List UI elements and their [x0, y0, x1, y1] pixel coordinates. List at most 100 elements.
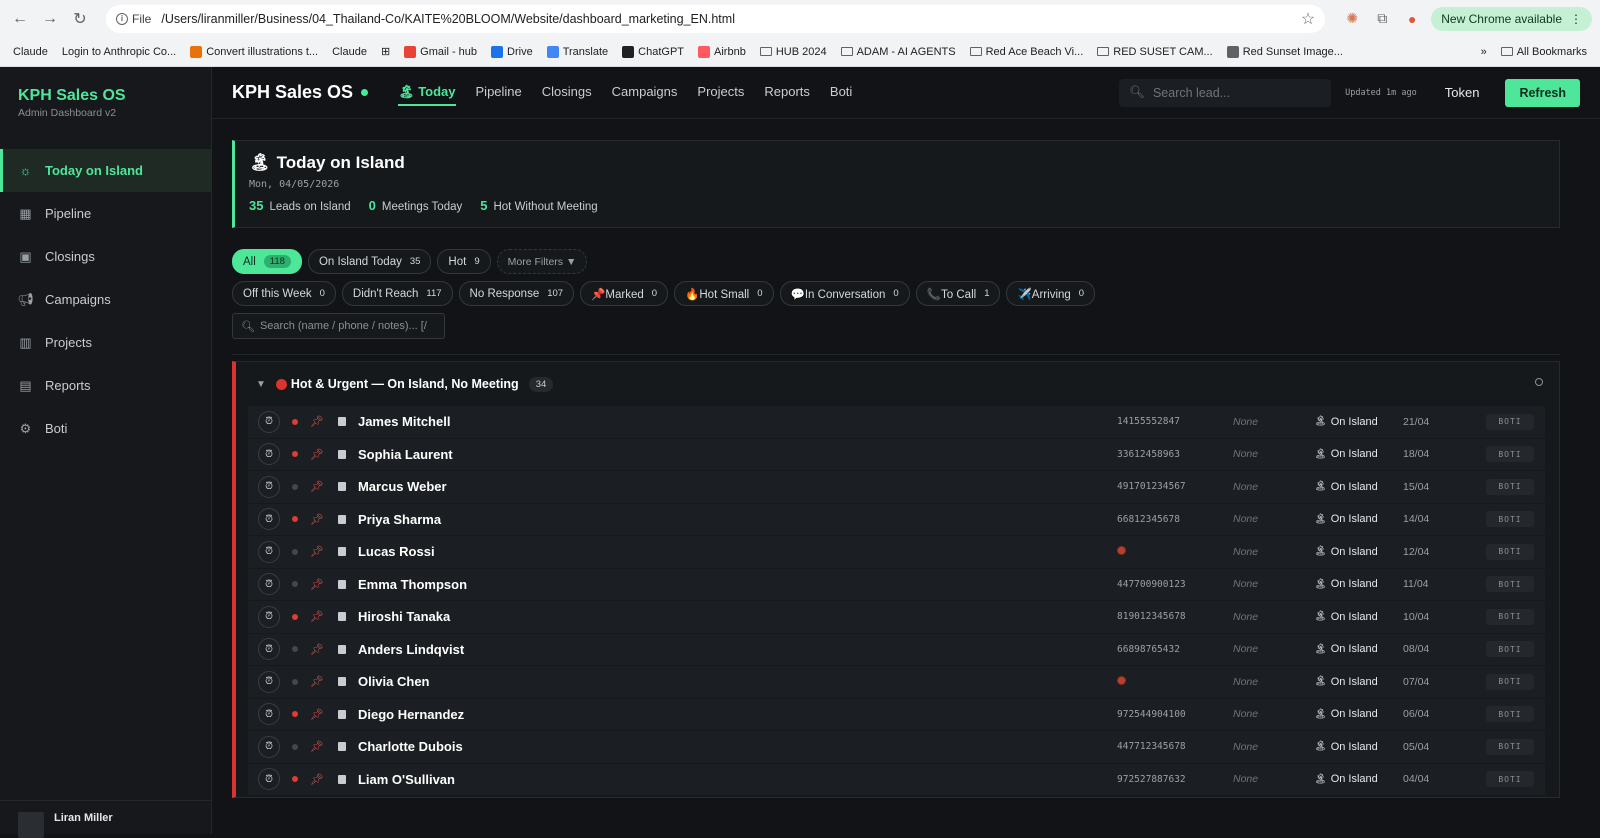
profile-avatar[interactable]: ●: [1401, 8, 1423, 30]
lead-name[interactable]: James Mitchell: [358, 414, 451, 429]
site-info-chip[interactable]: i File: [116, 12, 151, 26]
notes-icon[interactable]: [337, 449, 346, 459]
table-row[interactable]: ⏰︎ 📌︎ Liam O'Sullivan 972527887632 None 🏝︎ On …: [248, 763, 1545, 795]
notes-icon[interactable]: [337, 774, 346, 784]
table-row[interactable]: ⏰︎ 📌︎ Lucas Rossi None 🏝︎ On Island 12/04 BOTI: [248, 536, 1545, 568]
table-row[interactable]: ⏰︎ 📌︎ Sophia Laurent 33612458963 None 🏝︎ On Is…: [248, 438, 1545, 470]
refresh-button[interactable]: Refresh: [1505, 78, 1580, 107]
alarm-clock-icon[interactable]: ⏰︎: [258, 573, 280, 596]
table-row[interactable]: ⏰︎ 📌︎ James Mitchell 14155552847 None 🏝︎ On Is…: [248, 406, 1545, 438]
bookmark-item[interactable]: ADAM - AI AGENTS: [834, 46, 963, 58]
new-chrome-button[interactable]: New Chrome available ⋮: [1431, 6, 1592, 31]
pin-icon[interactable]: 📌︎: [310, 773, 324, 786]
boti-tag[interactable]: BOTI: [1486, 576, 1534, 593]
notes-icon[interactable]: [337, 417, 346, 427]
boti-tag[interactable]: BOTI: [1486, 511, 1534, 528]
filter-chip-hot[interactable]: Hot 9: [437, 249, 491, 274]
group-settings-icon[interactable]: [1535, 378, 1543, 386]
lead-name[interactable]: Marcus Weber: [358, 479, 447, 494]
filter-chip-all[interactable]: All 118: [232, 249, 302, 274]
bookmark-item[interactable]: Drive: [484, 45, 540, 58]
tab-today[interactable]: 🏝︎ Today: [398, 80, 456, 106]
notes-icon[interactable]: [337, 709, 346, 719]
table-row[interactable]: ⏰︎ 📌︎ Charlotte Dubois 447712345678 None 🏝︎ On…: [248, 731, 1545, 763]
group-header[interactable]: ▼ Hot & Urgent — On Island, No Meeting 3…: [236, 362, 1559, 406]
extensions-icon[interactable]: ⧉: [1371, 8, 1393, 30]
pin-icon[interactable]: 📌︎: [310, 610, 324, 623]
search-lead-input[interactable]: 🔍︎ Search lead...: [1119, 78, 1332, 107]
table-row[interactable]: ⏰︎ 📌︎ Priya Sharma 66812345678 None 🏝︎ On Isla…: [248, 503, 1545, 535]
table-row[interactable]: ⏰︎ 📌︎ Hiroshi Tanaka 819012345678 None 🏝︎ On I…: [248, 601, 1545, 633]
boti-tag[interactable]: BOTI: [1486, 413, 1534, 430]
lead-name[interactable]: Sophia Laurent: [358, 447, 453, 462]
lead-name[interactable]: Lucas Rossi: [358, 544, 435, 559]
filter-chip-marked[interactable]: 📌Marked 0: [580, 281, 669, 306]
lead-name[interactable]: Olivia Chen: [358, 674, 430, 689]
filter-chip-on-island-today[interactable]: On Island Today 35: [307, 249, 432, 274]
apps-grid-icon[interactable]: ⊞: [374, 45, 397, 58]
alarm-clock-icon[interactable]: ⏰︎: [258, 410, 280, 433]
boti-tag[interactable]: BOTI: [1486, 738, 1534, 755]
address-bar[interactable]: i File /Users/liranmiller/Business/04_Th…: [106, 4, 1326, 33]
tab-pipeline[interactable]: Pipeline: [476, 80, 522, 106]
sidebar-item-boti[interactable]: ⚙ Boti: [0, 407, 211, 450]
bookmark-item[interactable]: HUB 2024: [753, 46, 834, 58]
notes-icon[interactable]: [337, 612, 346, 622]
token-button[interactable]: Token: [1445, 85, 1480, 100]
bookmark-item[interactable]: Claude: [6, 46, 55, 58]
pin-icon[interactable]: 📌︎: [310, 708, 324, 721]
notes-icon[interactable]: [337, 547, 346, 557]
kebab-menu-icon[interactable]: ⋮: [1570, 12, 1582, 26]
notes-icon[interactable]: [337, 482, 346, 492]
sidebar-item-campaigns[interactable]: 📢︎ Campaigns: [0, 278, 211, 321]
boti-tag[interactable]: BOTI: [1486, 608, 1534, 625]
alarm-clock-icon[interactable]: ⏰︎: [258, 605, 280, 628]
boti-tag[interactable]: BOTI: [1486, 771, 1534, 788]
notes-icon[interactable]: [337, 742, 346, 752]
boti-tag[interactable]: BOTI: [1486, 543, 1534, 560]
tab-reports[interactable]: Reports: [764, 80, 810, 106]
bookmark-item[interactable]: Convert illustrations t...: [183, 45, 325, 58]
reload-icon[interactable]: ↻: [68, 7, 92, 31]
alarm-clock-icon[interactable]: ⏰︎: [258, 670, 280, 693]
filter-chip-to-call[interactable]: 📞To Call 1: [915, 281, 1001, 306]
notes-icon[interactable]: [337, 644, 346, 654]
notes-icon[interactable]: [337, 677, 346, 687]
lead-search-input[interactable]: 🔍︎ Search (name / phone / notes)... [/: [232, 313, 445, 339]
bookmark-item[interactable]: Claude: [325, 46, 374, 58]
boti-tag[interactable]: BOTI: [1486, 673, 1534, 690]
alarm-clock-icon[interactable]: ⏰︎: [258, 735, 280, 758]
filter-chip-in-conversation[interactable]: 💬In Conversation 0: [779, 281, 910, 306]
lead-name[interactable]: Liam O'Sullivan: [358, 772, 455, 787]
tab-campaigns[interactable]: Campaigns: [612, 80, 678, 106]
boti-tag[interactable]: BOTI: [1486, 478, 1534, 495]
sidebar-item-pipeline[interactable]: ▦ Pipeline: [0, 192, 211, 235]
sidebar-item-today-on-island[interactable]: ☼ Today on Island: [0, 149, 211, 192]
filter-chip-didnt-reach[interactable]: Didn't Reach 117: [341, 281, 453, 306]
more-bookmarks-icon[interactable]: »: [1474, 46, 1494, 58]
back-icon[interactable]: ←: [8, 7, 32, 31]
forward-icon[interactable]: →: [38, 7, 62, 31]
table-row[interactable]: ⏰︎ 📌︎ Olivia Chen None 🏝︎ On Island 07/04 BOTI: [248, 666, 1545, 698]
bookmark-item[interactable]: RED SUSET CAM...: [1090, 46, 1219, 58]
pin-icon[interactable]: 📌︎: [310, 643, 324, 656]
lead-name[interactable]: Charlotte Dubois: [358, 739, 463, 754]
pin-icon[interactable]: 📌︎: [310, 545, 324, 558]
pin-icon[interactable]: 📌︎: [310, 448, 324, 461]
collapse-caret-icon[interactable]: ▼: [256, 379, 266, 390]
alarm-clock-icon[interactable]: ⏰︎: [258, 638, 280, 661]
bookmark-item[interactable]: ChatGPT: [615, 45, 691, 58]
lead-name[interactable]: Anders Lindqvist: [358, 642, 464, 657]
table-row[interactable]: ⏰︎ 📌︎ Marcus Weber 491701234567 None 🏝︎ On Isl…: [248, 471, 1545, 503]
alarm-clock-icon[interactable]: ⏰︎: [258, 443, 280, 466]
alarm-clock-icon[interactable]: ⏰︎: [258, 703, 280, 726]
pin-icon[interactable]: 📌︎: [310, 415, 324, 428]
table-row[interactable]: ⏰︎ 📌︎ Anders Lindqvist 66898765432 None 🏝︎ On …: [248, 633, 1545, 665]
lead-name[interactable]: Diego Hernandez: [358, 707, 464, 722]
all-bookmarks[interactable]: All Bookmarks: [1494, 46, 1594, 58]
filter-chip-arriving[interactable]: ✈️Arriving 0: [1006, 281, 1096, 306]
bookmark-item[interactable]: Red Ace Beach Vi...: [963, 46, 1091, 58]
alarm-clock-icon[interactable]: ⏰︎: [258, 508, 280, 531]
lead-name[interactable]: Hiroshi Tanaka: [358, 609, 450, 624]
boti-tag[interactable]: BOTI: [1486, 641, 1534, 658]
